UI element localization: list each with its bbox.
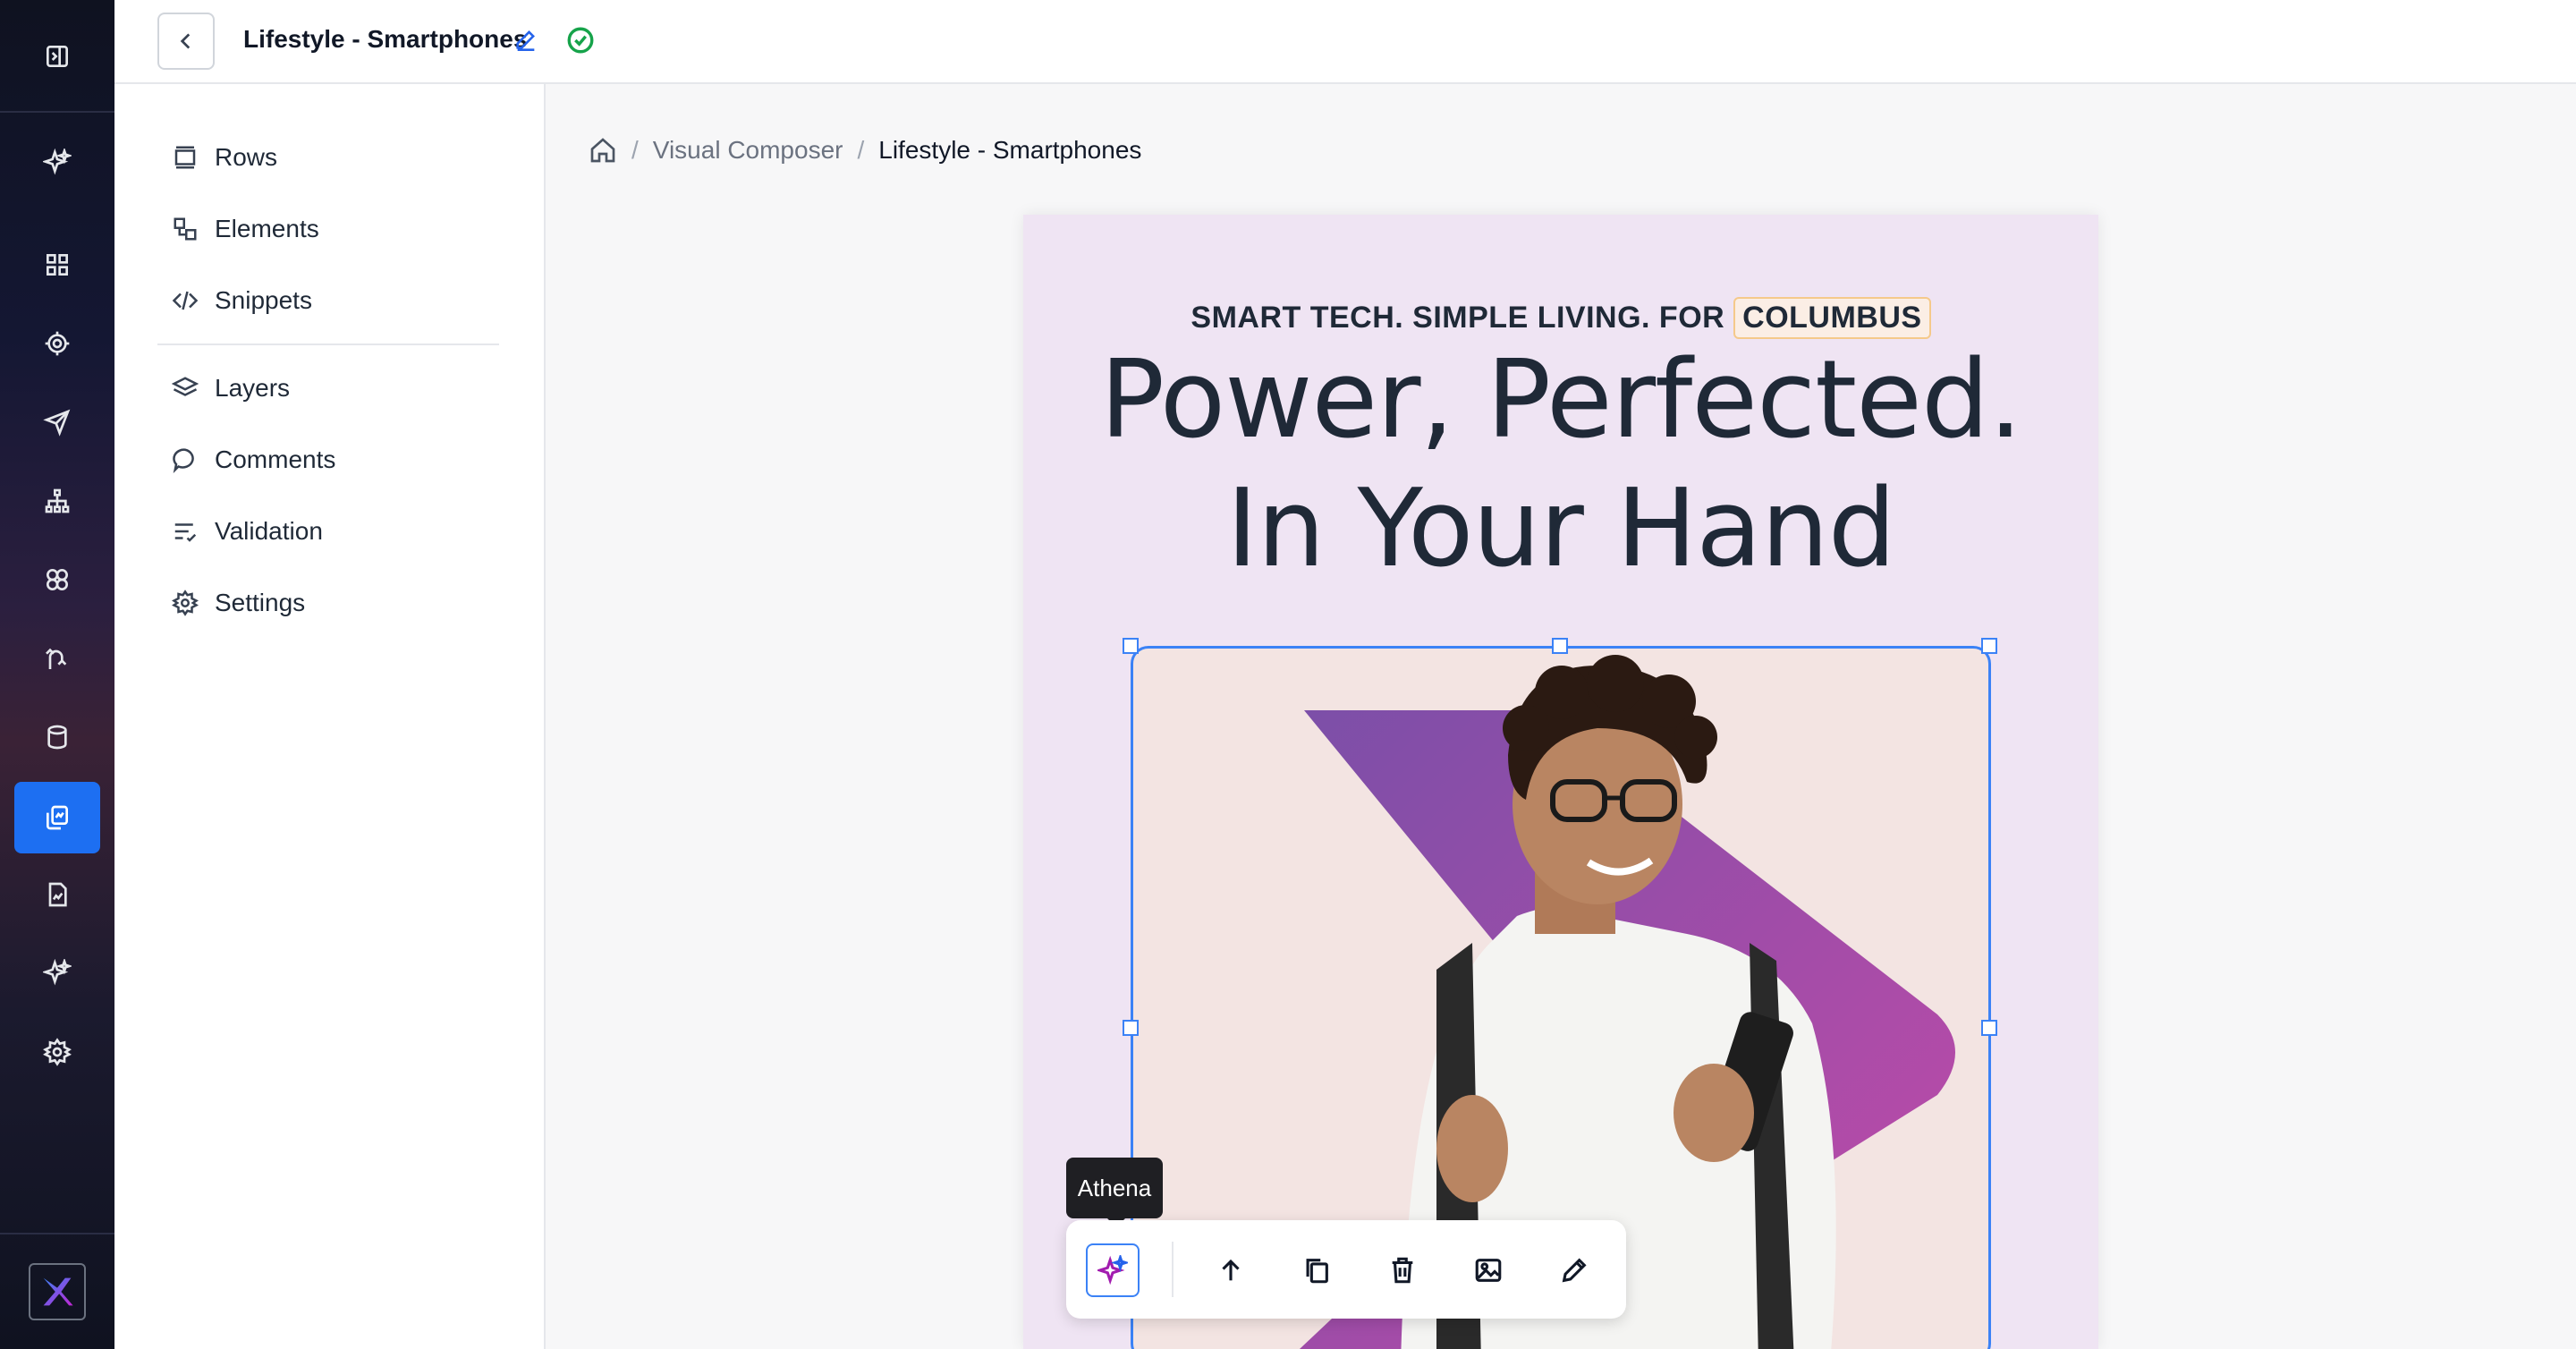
breadcrumb-separator: / xyxy=(857,136,865,164)
resize-handle-left[interactable] xyxy=(1123,1020,1139,1036)
athena-tooltip: Athena xyxy=(1066,1158,1163,1227)
database-icon[interactable] xyxy=(36,716,79,759)
ai-sparkle-icon[interactable] xyxy=(36,952,79,995)
breadcrumb: / Visual Composer / Lifestyle - Smartpho… xyxy=(589,132,1141,168)
email-canvas[interactable]: SMART TECH. SIMPLE LIVING. FOR COLUMBUS … xyxy=(1023,215,2098,1349)
rail-divider xyxy=(0,1233,114,1234)
document-title: Lifestyle - Smartphones xyxy=(243,25,528,53)
poster-tagline[interactable]: SMART TECH. SIMPLE LIVING. FOR COLUMBUS xyxy=(1023,297,2098,339)
toolbar-divider xyxy=(1172,1242,1174,1297)
tagline-text: SMART TECH. SIMPLE LIVING. FOR xyxy=(1191,301,1725,335)
delete-button[interactable] xyxy=(1376,1243,1429,1297)
sparkle-icon[interactable] xyxy=(36,141,79,184)
composer-panel: Rows Elements Snippets Layers Comments V… xyxy=(114,84,546,1349)
edit-title-icon[interactable] xyxy=(513,27,542,55)
home-icon[interactable] xyxy=(589,136,617,165)
panel-divider xyxy=(157,344,499,345)
poster-headline[interactable]: Power, Perfected. In Your Hand xyxy=(1023,336,2098,594)
saved-check-icon xyxy=(565,25,597,57)
journey-icon[interactable] xyxy=(36,637,79,680)
resize-handle-top-left[interactable] xyxy=(1123,638,1139,654)
breadcrumb-visual-composer[interactable]: Visual Composer xyxy=(653,136,843,165)
sidebar-toggle-icon[interactable] xyxy=(36,35,79,78)
ai-sparkle-icon xyxy=(1097,1255,1128,1285)
element-toolbar xyxy=(1066,1220,1626,1319)
panel-item-comments[interactable]: Comments xyxy=(172,440,335,479)
brand-logo-icon[interactable] xyxy=(29,1263,86,1320)
headline-line-2: In Your Hand xyxy=(1226,467,1896,591)
arrow-up-icon xyxy=(1222,1259,1240,1281)
code-icon xyxy=(172,291,199,310)
hierarchy-icon[interactable] xyxy=(36,479,79,522)
settings-gear-icon[interactable] xyxy=(36,1031,79,1073)
panel-item-validation[interactable]: Validation xyxy=(172,512,323,551)
panel-item-layers[interactable]: Layers xyxy=(172,369,290,408)
replace-image-button[interactable] xyxy=(1462,1243,1515,1297)
layers-icon xyxy=(172,377,199,396)
resize-handle-right[interactable] xyxy=(1981,1020,1997,1036)
rail-header xyxy=(0,0,114,113)
report-icon[interactable] xyxy=(36,873,79,916)
segments-icon[interactable] xyxy=(36,558,79,601)
panel-item-label: Layers xyxy=(215,374,291,402)
select-parent-button[interactable] xyxy=(1204,1243,1258,1297)
duplicate-button[interactable] xyxy=(1290,1243,1343,1297)
edit-button[interactable] xyxy=(1547,1243,1601,1297)
athena-ai-button[interactable] xyxy=(1086,1243,1140,1297)
send-icon[interactable] xyxy=(36,401,79,444)
panel-item-snippets[interactable]: Snippets xyxy=(172,281,312,320)
panel-item-settings[interactable]: Settings xyxy=(172,583,305,623)
trash-icon xyxy=(1392,1257,1413,1284)
top-bar: Lifestyle - Smartphones xyxy=(114,0,2576,84)
breadcrumb-current: Lifestyle - Smartphones xyxy=(878,136,1142,164)
headline-line-1: Power, Perfected. xyxy=(1099,338,2023,462)
dashboard-grid-icon[interactable] xyxy=(36,243,79,286)
duplicate-icon xyxy=(1306,1259,1328,1284)
app-rail xyxy=(0,0,114,1349)
panel-item-label: Comments xyxy=(215,445,336,473)
panel-item-rows[interactable]: Rows xyxy=(172,138,277,177)
resize-handle-top[interactable] xyxy=(1552,638,1568,654)
resize-handle-top-right[interactable] xyxy=(1981,638,1997,654)
content-copy-icon[interactable] xyxy=(14,782,100,853)
panel-item-label: Settings xyxy=(215,589,306,616)
panel-item-label: Snippets xyxy=(215,286,312,314)
image-icon xyxy=(1475,1259,1502,1282)
panel-item-label: Rows xyxy=(215,143,278,171)
panel-item-elements[interactable]: Elements xyxy=(172,209,319,249)
elements-icon xyxy=(174,217,197,241)
comment-icon xyxy=(173,448,194,473)
gear-icon xyxy=(172,590,199,616)
chevron-left-icon xyxy=(180,33,191,49)
back-button[interactable] xyxy=(157,13,215,70)
breadcrumb-separator: / xyxy=(631,136,639,164)
panel-item-label: Validation xyxy=(215,517,323,545)
checklist-icon xyxy=(174,523,197,542)
city-merge-tag[interactable]: COLUMBUS xyxy=(1733,297,1931,339)
panel-item-label: Elements xyxy=(215,215,319,242)
pencil-icon xyxy=(1562,1258,1587,1283)
target-icon[interactable] xyxy=(36,322,79,365)
rows-icon xyxy=(174,146,196,169)
